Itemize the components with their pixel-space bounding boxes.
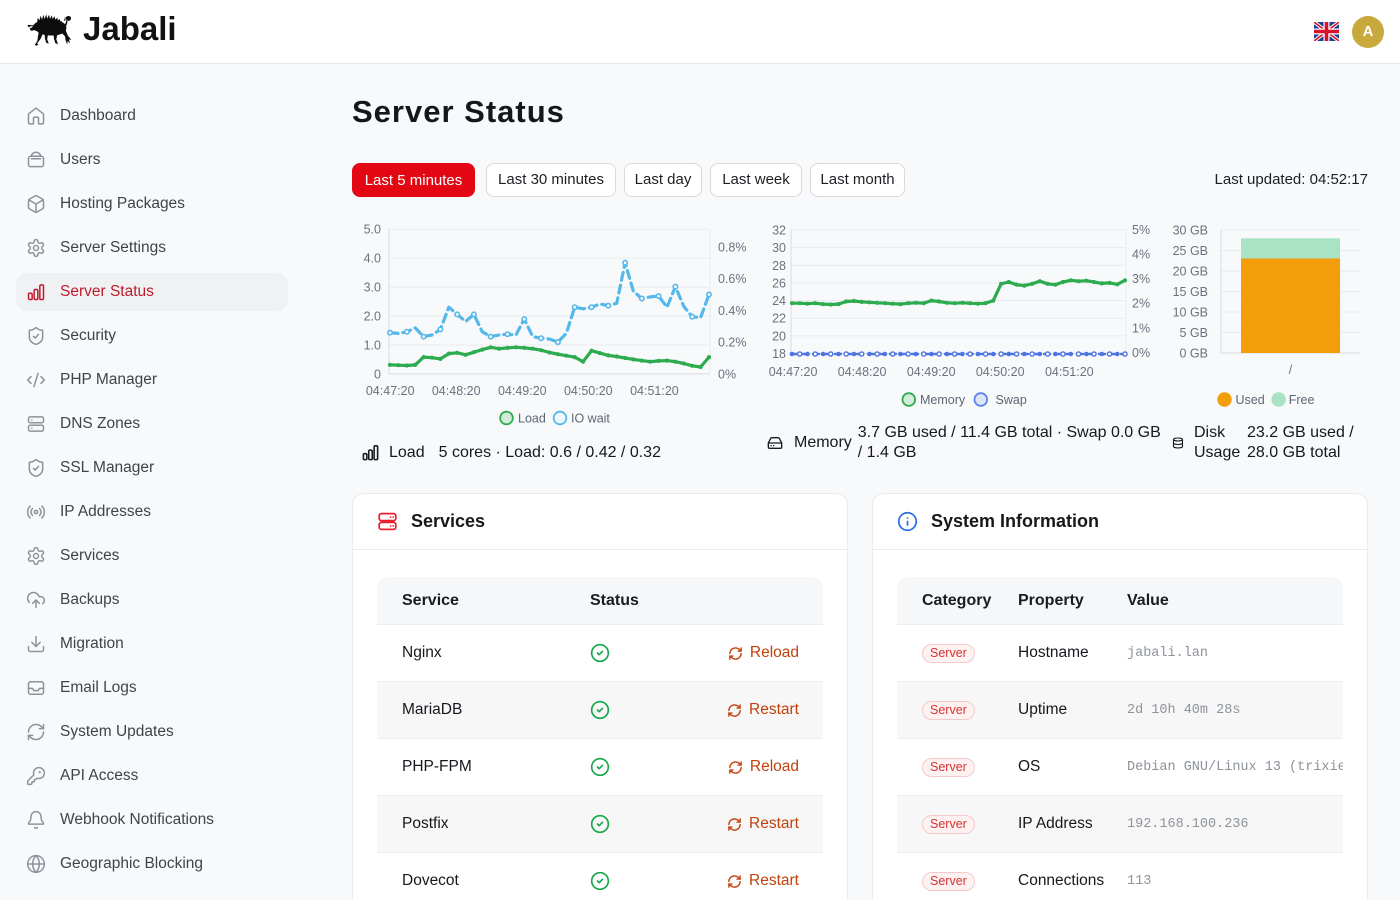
svg-text:04:50:20: 04:50:20 <box>976 365 1025 379</box>
svg-text:Free: Free <box>1289 393 1315 407</box>
svg-text:IO wait: IO wait <box>571 412 610 426</box>
svg-text:5.0: 5.0 <box>364 223 381 237</box>
svg-text:4.0: 4.0 <box>364 252 381 266</box>
svg-text:1.0: 1.0 <box>364 339 381 353</box>
svg-text:4%: 4% <box>1132 247 1150 261</box>
svg-text:1%: 1% <box>1132 321 1150 335</box>
svg-text:0%: 0% <box>718 367 736 381</box>
svg-text:04:49:20: 04:49:20 <box>498 384 547 398</box>
svg-text:20: 20 <box>772 329 786 343</box>
svg-text:5 GB: 5 GB <box>1180 326 1209 340</box>
svg-text:/: / <box>1289 363 1293 377</box>
svg-text:04:48:20: 04:48:20 <box>432 384 481 398</box>
svg-text:3.0: 3.0 <box>364 281 381 295</box>
svg-text:20 GB: 20 GB <box>1173 265 1208 279</box>
svg-text:2.0: 2.0 <box>364 310 381 324</box>
svg-text:10 GB: 10 GB <box>1173 306 1208 320</box>
svg-text:0 GB: 0 GB <box>1180 347 1209 361</box>
svg-text:15 GB: 15 GB <box>1173 285 1208 299</box>
svg-text:04:47:20: 04:47:20 <box>769 365 818 379</box>
svg-text:5%: 5% <box>1132 223 1150 237</box>
svg-text:2%: 2% <box>1132 297 1150 311</box>
svg-text:24: 24 <box>772 294 786 308</box>
svg-text:0.6%: 0.6% <box>718 272 747 286</box>
svg-text:04:50:20: 04:50:20 <box>564 384 613 398</box>
svg-text:04:49:20: 04:49:20 <box>907 365 956 379</box>
svg-text:30 GB: 30 GB <box>1173 224 1208 238</box>
svg-text:22: 22 <box>772 312 786 326</box>
svg-text:28: 28 <box>772 259 786 273</box>
svg-text:0.8%: 0.8% <box>718 240 747 254</box>
svg-text:0.2%: 0.2% <box>718 336 747 350</box>
svg-text:04:47:20: 04:47:20 <box>366 384 415 398</box>
svg-text:04:51:20: 04:51:20 <box>1045 365 1094 379</box>
svg-text:26: 26 <box>772 276 786 290</box>
svg-text:Used: Used <box>1236 393 1265 407</box>
svg-text:25 GB: 25 GB <box>1173 244 1208 258</box>
svg-text:3%: 3% <box>1132 272 1150 286</box>
svg-text:0.4%: 0.4% <box>718 304 747 318</box>
svg-text:Load: Load <box>518 412 546 426</box>
svg-text:0: 0 <box>374 367 381 381</box>
svg-text:32: 32 <box>772 224 786 238</box>
svg-text:30: 30 <box>772 241 786 255</box>
svg-text:0%: 0% <box>1132 346 1150 360</box>
svg-text:04:51:20: 04:51:20 <box>630 384 679 398</box>
svg-text:18: 18 <box>772 347 786 361</box>
svg-text:04:48:20: 04:48:20 <box>838 365 887 379</box>
svg-text:Memory: Memory <box>920 393 966 407</box>
svg-text:Swap: Swap <box>996 393 1027 407</box>
